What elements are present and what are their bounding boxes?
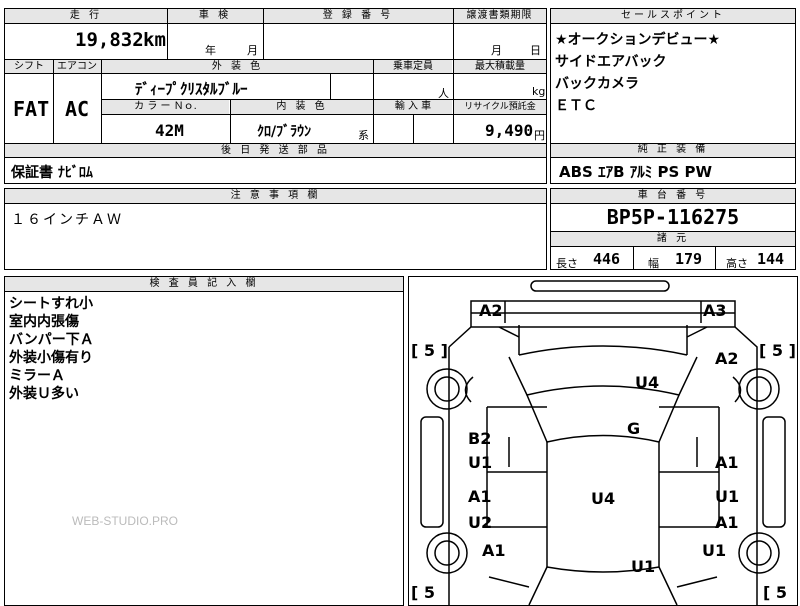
- damage-mark: U1: [468, 453, 493, 472]
- height-label: 高さ: [726, 257, 748, 270]
- load-header: 最大積載量: [454, 60, 546, 73]
- inspection-year-label: 年: [205, 44, 216, 57]
- transfer-deadline-header: 譲渡書類期限: [453, 9, 546, 23]
- sales-point-line: ★オークションデビュー★: [555, 32, 721, 48]
- width-label: 幅: [648, 257, 659, 270]
- damage-mark: A2: [479, 301, 503, 320]
- load-unit: kg: [532, 85, 546, 98]
- car-diagram-box: A2 A3 U4 A2 G B2 U1 A1 A1 U4 U1 U2 A1 A1…: [408, 276, 798, 606]
- inspection-header: 車 検: [167, 9, 263, 23]
- tire-tread-front-right: [ 5 ]: [759, 341, 796, 360]
- tire-tread-front-left: [ 5 ]: [411, 341, 448, 360]
- damage-mark: U4: [635, 373, 660, 392]
- inspector-note-line: 外装Ｕ多い: [9, 386, 79, 402]
- damage-mark: U1: [715, 487, 740, 506]
- exterior-color-value: ﾃﾞｨｰﾌﾟｸﾘｽﾀﾙﾌﾞﾙｰ: [135, 80, 248, 98]
- import-header: 輸 入 車: [374, 100, 452, 114]
- width-value: 179: [675, 250, 703, 268]
- inspector-notes: シートすれ小 室内内張傷 バンパー下Ａ 外装小傷有り ミラーＡ 外装Ｕ多い: [9, 295, 94, 403]
- damage-mark: A1: [468, 487, 492, 506]
- sales-point-line: サイドエアバック: [555, 54, 667, 70]
- later-parts-value: 保証書 ﾅﾋﾞﾛﾑ: [11, 165, 93, 181]
- inspector-note-line: ミラーＡ: [9, 368, 65, 384]
- sales-points-list: ★オークションデビュー★ サイドエアバック バックカメラ ＥＴＣ: [555, 29, 720, 117]
- genuine-equipment-header: 純 正 装 備: [551, 144, 795, 158]
- notes-value: １６インチＡＷ: [11, 212, 123, 228]
- transfer-day-label: 日: [530, 44, 541, 57]
- ac-value: AC: [65, 97, 90, 121]
- main-info-table: 走 行 車 検 登 録 番 号 譲渡書類期限 19,832 km 年 月 月 日…: [4, 8, 547, 184]
- sales-points-header: セールスポイント: [551, 9, 795, 24]
- damage-mark: A1: [715, 453, 739, 472]
- damage-mark: A3: [703, 301, 727, 320]
- damage-mark: A2: [715, 349, 739, 368]
- recycle-header: リサイクル預託金: [454, 100, 546, 114]
- recycle-unit: 円: [534, 129, 545, 142]
- damage-mark: U1: [631, 557, 656, 576]
- watermark: WEB-STUDIO.PRO: [72, 514, 179, 528]
- inspector-header: 検 査 員 記 入 欄: [5, 277, 403, 292]
- damage-mark: U4: [591, 489, 616, 508]
- notes-box: 注 意 事 項 欄 １６インチＡＷ: [4, 188, 547, 270]
- interior-color-value: ｸﾛ/ﾌﾞﾗｳﾝ: [257, 124, 312, 140]
- color-no-value: 42M: [155, 121, 184, 140]
- chassis-header: 車 台 番 号: [551, 189, 795, 204]
- damage-mark: A1: [482, 541, 506, 560]
- damage-mark: U2: [468, 513, 493, 532]
- transfer-month-label: 月: [491, 44, 502, 57]
- genuine-equipment-box: 純 正 装 備 ABS ｴｱB ｱﾙﾐ PS PW: [550, 143, 796, 184]
- mileage-value: 19,832: [75, 29, 144, 51]
- interior-color-header: 内 装 色: [231, 100, 373, 114]
- interior-color-suffix: 系: [358, 129, 369, 142]
- color-no-header: カ ラ ー Ｎｏ.: [102, 100, 229, 114]
- mileage-unit: km: [143, 29, 166, 51]
- sales-point-line: ＥＴＣ: [555, 98, 597, 114]
- ac-header: エアコン: [53, 60, 101, 73]
- damage-mark: A1: [715, 513, 739, 532]
- damage-mark: U1: [702, 541, 727, 560]
- genuine-equipment-value: ABS ｴｱB ｱﾙﾐ PS PW: [559, 163, 713, 181]
- damage-mark: G: [627, 419, 641, 438]
- capacity-header: 乗車定員: [374, 60, 452, 73]
- inspector-note-line: 外装小傷有り: [9, 350, 93, 366]
- chassis-box: 車 台 番 号 BP5P-116275 諸 元 長さ 446 幅 179 高さ …: [550, 188, 796, 270]
- tire-tread-rear-right: [ 5: [763, 583, 788, 602]
- mileage-header: 走 行: [5, 9, 167, 23]
- sales-point-line: バックカメラ: [555, 76, 639, 92]
- recycle-value: 9,490: [485, 121, 534, 140]
- tire-tread-rear-left: [ 5: [411, 583, 436, 602]
- registration-header: 登 録 番 号: [263, 9, 453, 23]
- inspector-note-line: バンパー下Ａ: [9, 332, 94, 348]
- chassis-number: BP5P-116275: [606, 205, 740, 229]
- later-parts-header: 後 日 発 送 部 品: [5, 144, 546, 157]
- spec-header: 諸 元: [551, 232, 795, 246]
- inspector-note-line: シートすれ小: [9, 296, 93, 312]
- inspector-note-line: 室内内張傷: [9, 314, 79, 330]
- shift-header: シフト: [5, 60, 53, 73]
- sales-points-box: セールスポイント ★オークションデビュー★ サイドエアバック バックカメラ ＥＴ…: [550, 8, 796, 144]
- inspector-box: 検 査 員 記 入 欄 シートすれ小 室内内張傷 バンパー下Ａ 外装小傷有り ミ…: [4, 276, 404, 606]
- damage-mark: B2: [468, 429, 492, 448]
- exterior-color-header: 外 装 色: [102, 60, 373, 73]
- inspection-month-label: 月: [247, 44, 258, 57]
- length-value: 446: [593, 250, 621, 268]
- length-label: 長さ: [556, 257, 578, 270]
- notes-header: 注 意 事 項 欄: [5, 189, 546, 204]
- height-value: 144: [757, 250, 785, 268]
- shift-value: FAT: [13, 97, 50, 121]
